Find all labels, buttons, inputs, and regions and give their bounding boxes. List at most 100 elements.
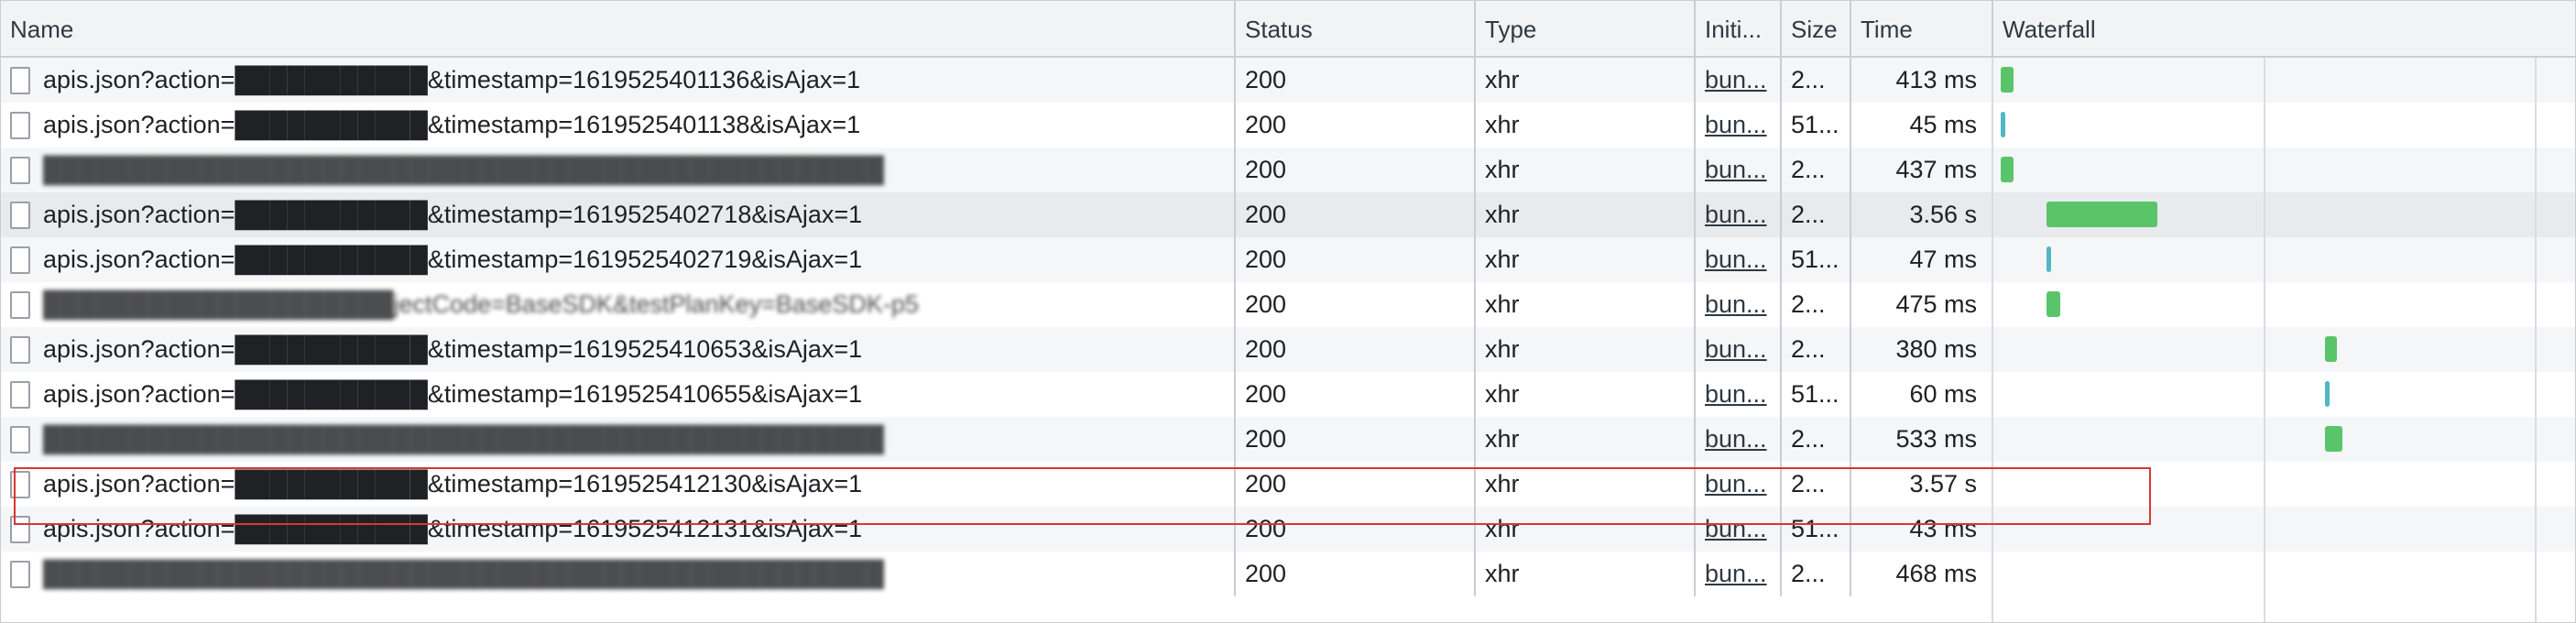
column-header-status[interactable]: Status	[1236, 1, 1476, 56]
size-cell: 51...	[1782, 507, 1851, 552]
size-cell: 2...	[1782, 552, 1851, 596]
column-header-waterfall[interactable]: Waterfall	[1993, 1, 2575, 56]
time-cell: 475 ms	[1851, 282, 1993, 327]
waterfall-bar[interactable]	[2325, 336, 2337, 362]
initiator-link[interactable]: bun...	[1696, 417, 1782, 462]
request-name-cell[interactable]: apis.json?action=███████████&timestamp=1…	[1, 192, 1236, 237]
file-icon	[10, 290, 30, 319]
waterfall-cell	[1993, 462, 2575, 507]
type-cell: xhr	[1476, 192, 1696, 237]
status-cell: 200	[1236, 282, 1476, 327]
size-cell: 2...	[1782, 417, 1851, 462]
request-name-cell[interactable]: apis.json?action=███████████&timestamp=1…	[1, 327, 1236, 372]
table-row[interactable]: apis.json?action=███████████&timestamp=1…	[1, 237, 2575, 282]
request-name: apis.json?action=███████████&timestamp=1…	[43, 380, 863, 408]
table-row[interactable]: apis.json?action=███████████&timestamp=1…	[1, 58, 2575, 103]
request-name-cell[interactable]: apis.json?action=███████████&timestamp=1…	[1, 58, 1236, 103]
table-header: Name Status Type Initi... Size Time Wate…	[1, 1, 2575, 58]
waterfall-cell	[1993, 282, 2575, 327]
table-row[interactable]: ████████████████████████████████████████…	[1, 148, 2575, 192]
waterfall-bar[interactable]	[2047, 291, 2060, 317]
request-name-cell[interactable]: apis.json?action=███████████&timestamp=1…	[1, 462, 1236, 507]
waterfall-bar[interactable]	[2047, 246, 2051, 272]
request-name: apis.json?action=███████████&timestamp=1…	[43, 515, 863, 542]
table-row[interactable]: apis.json?action=███████████&timestamp=1…	[1, 192, 2575, 237]
initiator-link[interactable]: bun...	[1696, 282, 1782, 327]
waterfall-bar[interactable]	[2325, 426, 2342, 452]
table-row[interactable]: ████████████████████████████████████████…	[1, 417, 2575, 462]
time-cell: 437 ms	[1851, 148, 1993, 192]
type-cell: xhr	[1476, 148, 1696, 192]
request-name-cell[interactable]: apis.json?action=███████████&timestamp=1…	[1, 372, 1236, 417]
request-name-cell[interactable]: ████████████████████████████████████████…	[1, 148, 1236, 192]
type-cell: xhr	[1476, 552, 1696, 596]
waterfall-cell	[1993, 192, 2575, 237]
type-cell: xhr	[1476, 58, 1696, 103]
column-header-name[interactable]: Name	[1, 1, 1236, 56]
type-cell: xhr	[1476, 103, 1696, 148]
size-cell: 2...	[1782, 282, 1851, 327]
column-header-time[interactable]: Time	[1851, 1, 1993, 56]
type-cell: xhr	[1476, 237, 1696, 282]
waterfall-bar[interactable]	[2001, 157, 2014, 182]
size-cell: 2...	[1782, 192, 1851, 237]
file-icon	[10, 66, 30, 94]
status-cell: 200	[1236, 58, 1476, 103]
status-cell: 200	[1236, 552, 1476, 596]
time-cell: 3.56 s	[1851, 192, 1993, 237]
request-name-cell[interactable]: ████████████████████jectCode=BaseSDK&tes…	[1, 282, 1236, 327]
waterfall-cell	[1993, 58, 2575, 103]
time-cell: 468 ms	[1851, 552, 1993, 596]
initiator-link[interactable]: bun...	[1696, 237, 1782, 282]
network-panel: Name Status Type Initi... Size Time Wate…	[0, 0, 2576, 623]
status-cell: 200	[1236, 462, 1476, 507]
table-row[interactable]: apis.json?action=███████████&timestamp=1…	[1, 327, 2575, 372]
initiator-link[interactable]: bun...	[1696, 507, 1782, 552]
type-cell: xhr	[1476, 462, 1696, 507]
request-name: apis.json?action=███████████&timestamp=1…	[43, 66, 861, 93]
request-name: apis.json?action=███████████&timestamp=1…	[43, 111, 861, 138]
waterfall-bar[interactable]	[2047, 202, 2157, 227]
table-row[interactable]: ████████████████████████████████████████…	[1, 552, 2575, 596]
column-header-size[interactable]: Size	[1782, 1, 1851, 56]
request-name-cell[interactable]: apis.json?action=███████████&timestamp=1…	[1, 103, 1236, 148]
initiator-link[interactable]: bun...	[1696, 552, 1782, 596]
initiator-link[interactable]: bun...	[1696, 327, 1782, 372]
file-icon	[10, 246, 30, 274]
file-icon	[10, 425, 30, 454]
request-name-cell[interactable]: ████████████████████████████████████████…	[1, 552, 1236, 596]
status-cell: 200	[1236, 148, 1476, 192]
size-cell: 2...	[1782, 327, 1851, 372]
waterfall-cell	[1993, 237, 2575, 282]
time-cell: 380 ms	[1851, 327, 1993, 372]
waterfall-cell	[1993, 552, 2575, 596]
table-row[interactable]: apis.json?action=███████████&timestamp=1…	[1, 103, 2575, 148]
initiator-link[interactable]: bun...	[1696, 192, 1782, 237]
file-icon	[10, 335, 30, 364]
request-name-cell[interactable]: apis.json?action=███████████&timestamp=1…	[1, 237, 1236, 282]
size-cell: 2...	[1782, 58, 1851, 103]
table-row[interactable]: apis.json?action=███████████&timestamp=1…	[1, 372, 2575, 417]
time-cell: 533 ms	[1851, 417, 1993, 462]
status-cell: 200	[1236, 372, 1476, 417]
request-name-cell[interactable]: ████████████████████████████████████████…	[1, 417, 1236, 462]
request-name-cell[interactable]: apis.json?action=███████████&timestamp=1…	[1, 507, 1236, 552]
file-icon	[10, 560, 30, 588]
column-header-type[interactable]: Type	[1476, 1, 1696, 56]
initiator-link[interactable]: bun...	[1696, 103, 1782, 148]
time-cell: 43 ms	[1851, 507, 1993, 552]
initiator-link[interactable]: bun...	[1696, 372, 1782, 417]
waterfall-cell	[1993, 417, 2575, 462]
type-cell: xhr	[1476, 282, 1696, 327]
waterfall-bar[interactable]	[2001, 67, 2014, 93]
column-header-initiator[interactable]: Initi...	[1696, 1, 1782, 56]
table-row[interactable]: apis.json?action=███████████&timestamp=1…	[1, 507, 2575, 552]
initiator-link[interactable]: bun...	[1696, 58, 1782, 103]
table-row[interactable]: apis.json?action=███████████&timestamp=1…	[1, 462, 2575, 507]
size-cell: 51...	[1782, 103, 1851, 148]
waterfall-bar[interactable]	[2001, 112, 2005, 137]
initiator-link[interactable]: bun...	[1696, 462, 1782, 507]
initiator-link[interactable]: bun...	[1696, 148, 1782, 192]
table-row[interactable]: ████████████████████jectCode=BaseSDK&tes…	[1, 282, 2575, 327]
waterfall-bar[interactable]	[2325, 381, 2330, 407]
